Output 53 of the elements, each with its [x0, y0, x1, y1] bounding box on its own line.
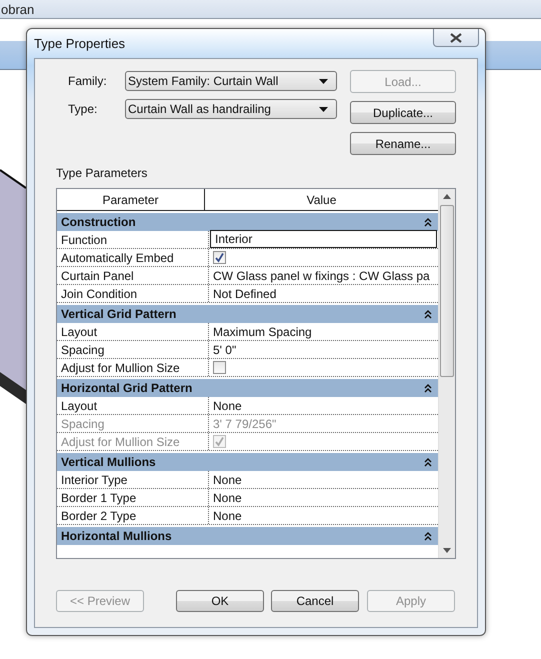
- dialog-button[interactable]: Duplicate...: [350, 101, 456, 124]
- group-header[interactable]: Horizontal Mullions: [57, 527, 438, 545]
- parameter-name: Automatically Embed: [57, 249, 209, 266]
- collapse-icon: [424, 218, 432, 226]
- parameter-name: Border 1 Type: [57, 489, 209, 506]
- parameter-value[interactable]: CW Glass panel w fixings : CW Glass pa: [213, 268, 430, 282]
- group-header[interactable]: Vertical Grid Pattern: [57, 305, 438, 323]
- parameter-name: Adjust for Mullion Size: [57, 433, 209, 450]
- checkbox[interactable]: [213, 251, 226, 264]
- parameter-name: Curtain Panel: [57, 267, 209, 284]
- parameter-name: Join Condition: [57, 285, 209, 302]
- scroll-up-icon: [443, 194, 451, 199]
- parameter-name: Layout: [57, 323, 209, 340]
- parameter-name: Spacing: [57, 415, 209, 432]
- dropdown-arrow-icon: [319, 78, 328, 84]
- dialog-button[interactable]: Cancel: [271, 590, 359, 612]
- scrollbar[interactable]: [438, 189, 455, 558]
- collapse-icon: [424, 384, 432, 392]
- collapse-icon: [424, 458, 432, 466]
- group-header[interactable]: Vertical Mullions: [57, 453, 438, 471]
- collapse-icon: [424, 532, 432, 540]
- type-dropdown[interactable]: Curtain Wall as handrailing: [125, 99, 337, 119]
- parameter-value[interactable]: Not Defined: [213, 286, 276, 300]
- parameter-name: Layout: [57, 397, 209, 414]
- dialog-button[interactable]: Rename...: [350, 132, 456, 155]
- parameter-value[interactable]: None: [213, 508, 242, 522]
- parameter-value[interactable]: Maximum Spacing: [213, 324, 312, 338]
- checkbox[interactable]: [213, 361, 226, 374]
- family-label: Family:: [67, 74, 108, 88]
- parameter-name: Spacing: [57, 341, 209, 358]
- family-dropdown[interactable]: System Family: Curtain Wall: [125, 71, 337, 91]
- group-header[interactable]: Construction: [57, 213, 438, 231]
- scroll-down-icon: [443, 548, 451, 553]
- parameter-name: Border 2 Type: [57, 507, 209, 524]
- parameter-value[interactable]: None: [213, 398, 242, 412]
- collapse-icon: [424, 310, 432, 318]
- parameter-name: Interior Type: [57, 471, 209, 488]
- parameter-value[interactable]: 5' 0": [213, 342, 236, 356]
- parameter-name: Function: [57, 231, 209, 248]
- close-icon: [450, 32, 462, 42]
- type-label: Type:: [67, 102, 98, 116]
- dialog-title: Type Properties: [34, 36, 126, 51]
- close-button[interactable]: [433, 29, 479, 47]
- scrollbar-thumb[interactable]: [440, 205, 454, 377]
- parameter-value[interactable]: None: [213, 472, 242, 486]
- section-label: Type Parameters: [56, 166, 148, 180]
- parameter-value[interactable]: None: [213, 490, 242, 504]
- parameter-name: Adjust for Mullion Size: [57, 359, 209, 376]
- dialog-button[interactable]: OK: [176, 590, 264, 612]
- app-title: obran: [1, 2, 34, 16]
- parameter-value[interactable]: Interior: [215, 232, 252, 246]
- dropdown-arrow-icon: [319, 106, 328, 112]
- group-header[interactable]: Horizontal Grid Pattern: [57, 379, 438, 397]
